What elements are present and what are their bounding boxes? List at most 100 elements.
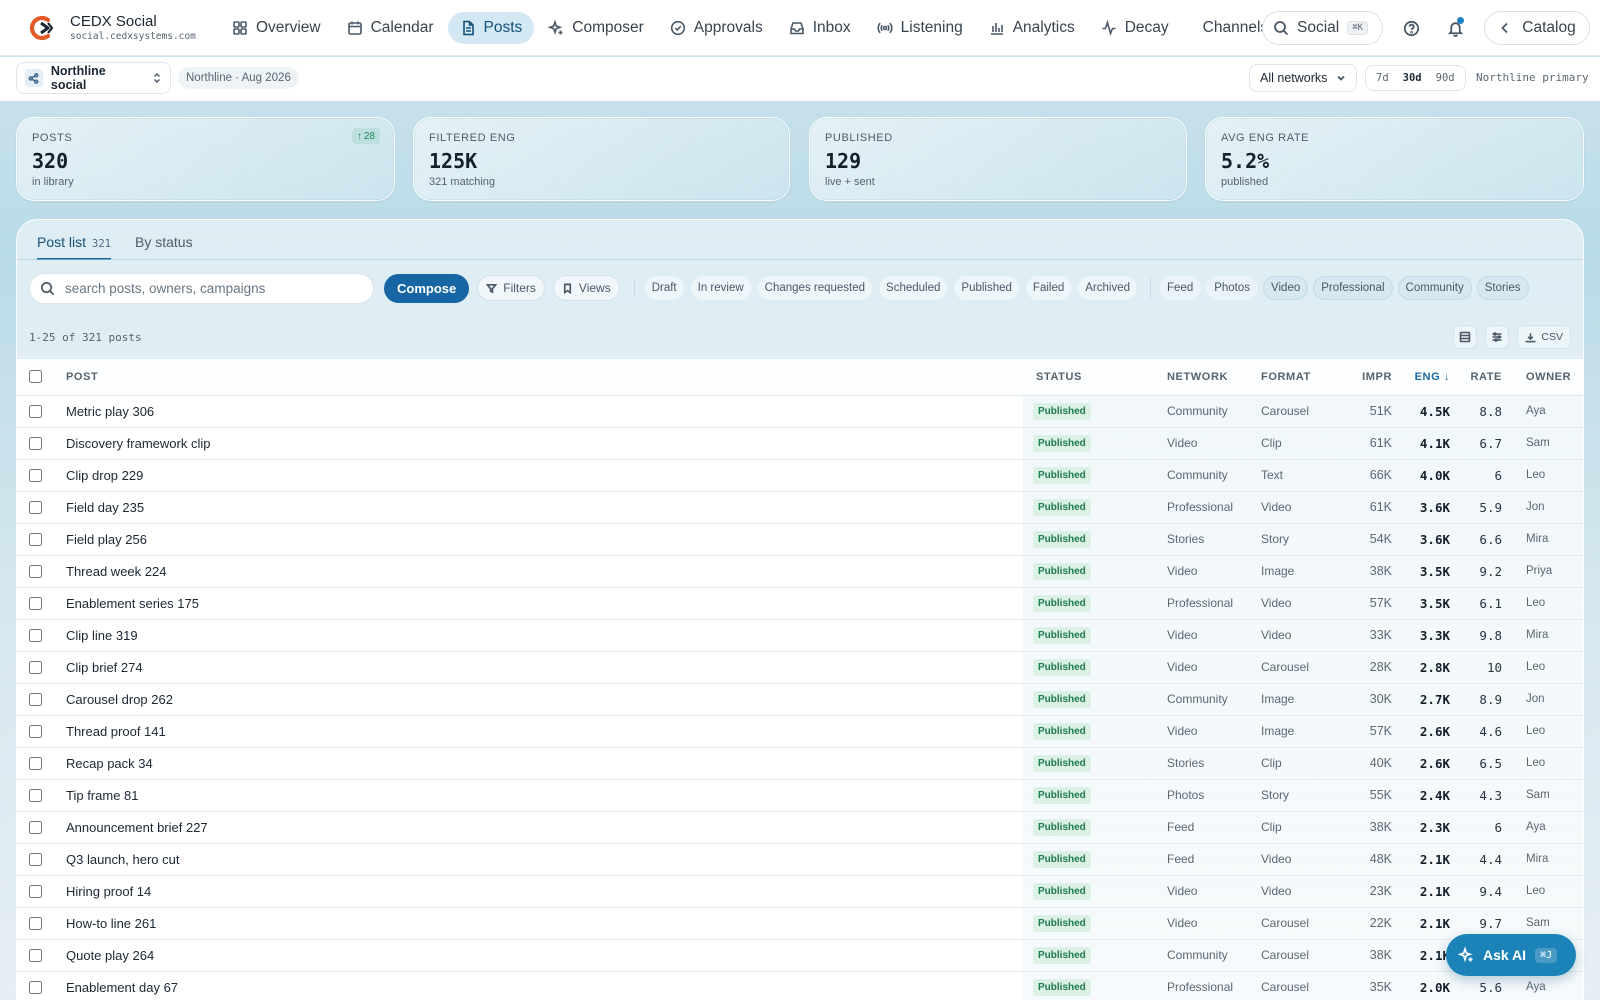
- select-all-checkbox[interactable]: [28, 370, 42, 384]
- row-checkbox[interactable]: [28, 917, 42, 931]
- table-row[interactable]: Field day 235 Published Professional Video 6…: [17, 491, 1583, 524]
- status-chip-archived[interactable]: Archived: [1078, 276, 1137, 300]
- tab-post-list[interactable]: Post list 321: [37, 220, 111, 260]
- notifications-button[interactable]: [1443, 16, 1467, 40]
- help-button[interactable]: [1399, 16, 1423, 40]
- ask-ai-button[interactable]: Ask AI ⌘J: [1446, 934, 1576, 976]
- table-row[interactable]: Tip frame 81 Published Photos Story 55K 2.4K 4…: [17, 779, 1583, 812]
- row-checkbox[interactable]: [28, 629, 42, 643]
- row-checkbox[interactable]: [28, 821, 42, 835]
- table-row[interactable]: Carousel drop 262 Published Community Image…: [17, 683, 1583, 716]
- table-row[interactable]: Thread proof 141 Published Video Image 57K 2.…: [17, 715, 1583, 748]
- row-checkbox[interactable]: [28, 693, 42, 707]
- row-checkbox[interactable]: [28, 437, 42, 451]
- status-chip-in-review[interactable]: In review: [690, 276, 751, 300]
- table-row[interactable]: Hiring proof 14 Published Video Video 23K 2.1…: [17, 875, 1583, 908]
- status-chip-failed[interactable]: Failed: [1025, 276, 1072, 300]
- network-filter-select[interactable]: All networks: [1249, 64, 1357, 92]
- table-row[interactable]: Enablement day 67 Published Professional Ca…: [17, 971, 1583, 1000]
- table-row[interactable]: Metric play 306 Published Community Carouse…: [17, 395, 1583, 428]
- post-title[interactable]: Enablement day 67: [53, 971, 1023, 1000]
- col-header-format[interactable]: Format: [1249, 359, 1337, 396]
- brand[interactable]: CEDX Social social.cedxsystems.com: [28, 14, 220, 42]
- network-chip-professional[interactable]: Professional: [1313, 276, 1393, 300]
- col-header-eng[interactable]: Eng ↓: [1392, 359, 1450, 396]
- post-title[interactable]: Recap pack 34: [53, 747, 1023, 780]
- table-row[interactable]: Quote play 264 Published Community Carousel…: [17, 939, 1583, 972]
- table-row[interactable]: Clip line 319 Published Video Video 33K 3.3K 9…: [17, 619, 1583, 652]
- post-title[interactable]: Metric play 306: [53, 395, 1023, 428]
- global-search-button[interactable]: Social ⌘K: [1262, 11, 1383, 45]
- row-checkbox[interactable]: [28, 501, 42, 515]
- post-title[interactable]: Hiring proof 14: [53, 875, 1023, 908]
- brand-kit-label[interactable]: Northline primary: [1476, 71, 1589, 84]
- range-90d[interactable]: 90d: [1430, 69, 1461, 87]
- network-chip-feed[interactable]: Feed: [1159, 276, 1202, 300]
- row-checkbox[interactable]: [28, 853, 42, 867]
- post-title[interactable]: Field day 235: [53, 491, 1023, 524]
- post-title[interactable]: Quote play 264: [53, 939, 1023, 972]
- post-title[interactable]: Clip drop 229: [53, 459, 1023, 492]
- columns-button[interactable]: [1485, 325, 1510, 349]
- row-checkbox[interactable]: [28, 565, 42, 579]
- network-chip-community[interactable]: Community: [1397, 276, 1472, 300]
- col-header-post[interactable]: Post: [53, 359, 1023, 396]
- post-title[interactable]: Clip brief 274: [53, 651, 1023, 684]
- row-checkbox[interactable]: [28, 405, 42, 419]
- nav-approvals[interactable]: Approvals: [658, 12, 775, 44]
- post-title[interactable]: Carousel drop 262: [53, 683, 1023, 716]
- nav-calendar[interactable]: Calendar: [335, 12, 446, 44]
- post-title[interactable]: Announcement brief 227: [53, 811, 1023, 844]
- network-chip-video[interactable]: Video: [1263, 276, 1309, 300]
- row-checkbox[interactable]: [28, 469, 42, 483]
- tab-by-status[interactable]: By status: [135, 220, 193, 260]
- density-button[interactable]: [1453, 325, 1478, 349]
- row-checkbox[interactable]: [28, 789, 42, 803]
- table-row[interactable]: Field play 256 Published Stories Story 54K 3.…: [17, 523, 1583, 556]
- compose-button[interactable]: Compose: [384, 273, 470, 303]
- table-row[interactable]: How-to line 261 Published Video Carousel 22K…: [17, 907, 1583, 940]
- nav-composer[interactable]: Composer: [536, 12, 656, 44]
- post-title[interactable]: How-to line 261: [53, 907, 1023, 940]
- range-7d[interactable]: 7d: [1370, 69, 1395, 87]
- nav-overview[interactable]: Overview: [220, 12, 333, 44]
- table-row[interactable]: Clip brief 274 Published Video Carousel 28K 2…: [17, 651, 1583, 684]
- row-checkbox[interactable]: [28, 949, 42, 963]
- table-row[interactable]: Thread week 224 Published Video Image 38K 3.5…: [17, 555, 1583, 588]
- status-chip-published[interactable]: Published: [954, 276, 1019, 300]
- status-chip-changes-requested[interactable]: Changes requested: [757, 276, 873, 300]
- nav-inbox[interactable]: Inbox: [777, 12, 863, 44]
- post-title[interactable]: Q3 launch, hero cut: [53, 843, 1023, 876]
- status-chip-draft[interactable]: Draft: [644, 276, 684, 300]
- table-row[interactable]: Discovery framework clip Published Video Cl…: [17, 427, 1583, 460]
- post-title[interactable]: Thread proof 141: [53, 715, 1023, 748]
- catalog-button[interactable]: Catalog: [1484, 11, 1590, 45]
- table-row[interactable]: Recap pack 34 Published Stories Clip 40K 2.6K…: [17, 747, 1583, 780]
- table-row[interactable]: Announcement brief 227 Published Feed Clip 3…: [17, 811, 1583, 844]
- range-30d[interactable]: 30d: [1397, 69, 1428, 87]
- post-title[interactable]: Discovery framework clip: [53, 427, 1023, 460]
- col-header-network[interactable]: Network: [1153, 359, 1249, 396]
- nav-channels[interactable]: Channels: [1183, 12, 1267, 44]
- export-csv-button[interactable]: CSV: [1517, 325, 1571, 349]
- row-checkbox[interactable]: [28, 533, 42, 547]
- post-title[interactable]: Thread week 224: [53, 555, 1023, 588]
- network-chip-photos[interactable]: Photos: [1206, 276, 1259, 300]
- nav-decay[interactable]: Decay: [1089, 12, 1181, 44]
- col-header-rate[interactable]: Rate: [1450, 359, 1502, 396]
- row-checkbox[interactable]: [28, 725, 42, 739]
- status-chip-scheduled[interactable]: Scheduled: [879, 276, 948, 300]
- post-search-input[interactable]: [65, 280, 345, 296]
- row-checkbox[interactable]: [28, 597, 42, 611]
- col-header-owner[interactable]: Owner: [1502, 359, 1583, 396]
- nav-analytics[interactable]: Analytics: [977, 12, 1087, 44]
- row-checkbox[interactable]: [28, 661, 42, 675]
- row-checkbox[interactable]: [28, 981, 42, 995]
- table-row[interactable]: Enablement series 175 Published Profession…: [17, 587, 1583, 620]
- post-title[interactable]: Enablement series 175: [53, 587, 1023, 620]
- table-row[interactable]: Clip drop 229 Published Community Text 66K 4.…: [17, 459, 1583, 492]
- post-title[interactable]: Clip line 319: [53, 619, 1023, 652]
- filters-button[interactable]: Filters: [477, 275, 545, 301]
- table-row[interactable]: Q3 launch, hero cut Published Feed Video 48K…: [17, 843, 1583, 876]
- nav-listening[interactable]: Listening: [865, 12, 975, 44]
